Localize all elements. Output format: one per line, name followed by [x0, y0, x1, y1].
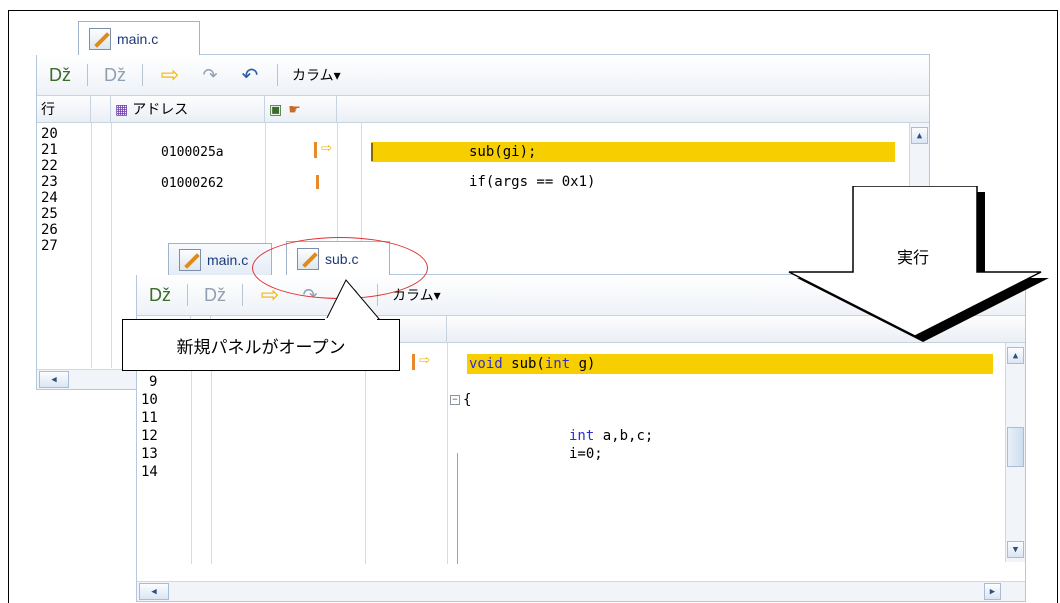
tab-main-c[interactable]: main.c: [78, 21, 200, 55]
line-number: 9: [149, 374, 158, 390]
collapse-icon[interactable]: −: [450, 395, 460, 405]
current-pc-arrow-icon: ⇨: [314, 137, 332, 158]
address-sync-disabled-icon[interactable]: ǅ: [202, 282, 228, 308]
line-column-header[interactable]: 行: [37, 96, 91, 122]
scroll-thumb[interactable]: [1007, 427, 1024, 467]
breakpoint-column-icon: ▣: [269, 100, 283, 117]
line-number: 20: [41, 126, 58, 142]
marker-column-header[interactable]: ▣ ☛: [265, 96, 337, 122]
source-line: {: [463, 392, 472, 408]
address-cell: 01000262: [161, 176, 224, 191]
toolbar: ǅ ǅ ⇨ ↷ ↶ カラム▾: [37, 55, 929, 95]
source-file-icon: [89, 27, 111, 50]
tab-label: main.c: [117, 30, 159, 47]
address-column-header[interactable]: ▦ アドレス: [111, 96, 265, 122]
source-line: int a,b,c;: [569, 428, 654, 444]
address-sync-disabled-icon[interactable]: ǅ: [102, 62, 128, 88]
scroll-left-icon[interactable]: ◀: [139, 583, 169, 600]
line-number: 21: [41, 142, 58, 158]
line-number: 24: [41, 190, 58, 206]
grid-icon: ▦: [115, 100, 129, 117]
column-header: 行 ▦ アドレス ▣ ☛: [37, 95, 929, 123]
scroll-right-icon[interactable]: ▶: [984, 583, 1001, 600]
arrow-label: 実行: [897, 248, 930, 267]
callout-text: 新規パネルがオープン: [176, 337, 346, 358]
step-forward-icon[interactable]: ↷: [197, 62, 223, 88]
line-number: 27: [41, 238, 58, 254]
line-number: 11: [141, 410, 158, 426]
current-line-highlight: [371, 142, 895, 162]
line-number: 10: [141, 392, 158, 408]
callout-box: 新規パネルがオープン: [122, 319, 400, 371]
source-line: if(args == 0x1): [469, 174, 596, 190]
source-view[interactable]: 8 9 10 11 12 13 14 0100029a ⇨ void sub(i…: [137, 343, 1025, 564]
column-menu-button[interactable]: カラム▾: [292, 65, 341, 85]
address-cell: 0100025a: [161, 145, 224, 160]
vertical-scrollbar[interactable]: ▲ ▼: [1005, 343, 1025, 562]
line-number: 25: [41, 206, 58, 222]
source-line: i=0;: [569, 446, 603, 462]
callout-pointer: [325, 279, 382, 321]
breakpoint-marker[interactable]: [316, 175, 319, 189]
line-number: 13: [141, 446, 158, 462]
current-pc-arrow-icon: ⇨: [412, 349, 430, 370]
line-number: 23: [41, 174, 58, 190]
source-line: void sub(int g): [469, 356, 596, 372]
horizontal-scrollbar[interactable]: ◀ ▶: [137, 581, 1025, 601]
line-number: 26: [41, 222, 58, 238]
tab-strip: main.c: [36, 15, 930, 55]
source-line: sub(gi);: [469, 144, 537, 160]
line-number: 14: [141, 464, 158, 480]
source-file-icon: [179, 248, 201, 271]
scroll-up-icon[interactable]: ▲: [911, 127, 928, 144]
step-back-icon[interactable]: ↶: [237, 62, 263, 88]
tab-label: main.c: [207, 251, 249, 268]
line-number: 22: [41, 158, 58, 174]
scroll-up-icon[interactable]: ▲: [1007, 347, 1024, 364]
address-sync-icon[interactable]: ǅ: [147, 282, 173, 308]
address-sync-icon[interactable]: ǅ: [47, 62, 73, 88]
pc-column-icon: ☛: [288, 100, 301, 117]
scroll-left-icon[interactable]: ◀: [39, 371, 69, 388]
line-number: 12: [141, 428, 158, 444]
show-current-pc-icon[interactable]: ⇨: [157, 62, 183, 88]
scroll-down-icon[interactable]: ▼: [1007, 541, 1024, 558]
